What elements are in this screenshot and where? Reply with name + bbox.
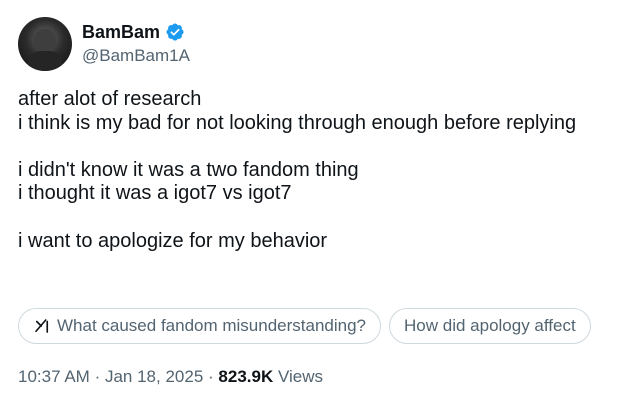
tweet-line: i want to apologize for my behavior xyxy=(18,229,328,252)
views-label: Views xyxy=(277,367,324,386)
tweet-line-gap xyxy=(18,206,628,230)
tweet-line-gap xyxy=(18,135,628,159)
tweet-meta: 10:37 AM · Jan 18, 2025 · 823.9K Views xyxy=(18,366,323,388)
tweet-line: i didn't know it was a two fandom thing xyxy=(18,158,359,181)
suggestion-chip[interactable]: How did apology affect xyxy=(389,308,591,344)
tweet-time[interactable]: 10:37 AM xyxy=(18,367,90,386)
grok-icon xyxy=(35,319,49,333)
suggestion-chip[interactable]: What caused fandom misunderstanding? xyxy=(18,308,382,344)
suggestion-label: How did apology affect xyxy=(404,316,576,335)
tweet-header: BamBam @BamBam1A xyxy=(18,14,190,74)
tweet-line: i thought it was a igot7 vs igot7 xyxy=(18,182,292,205)
suggestion-label: What caused fandom misunderstanding? xyxy=(57,316,367,335)
avatar[interactable] xyxy=(18,17,72,71)
name-row: BamBam xyxy=(82,21,190,43)
author-names: BamBam @BamBam1A xyxy=(82,21,190,67)
tweet-line: after alot of research xyxy=(18,88,202,110)
handle[interactable]: @BamBam1A xyxy=(82,45,190,67)
tweet: BamBam @BamBam1A after alot of research … xyxy=(0,0,640,410)
grok-suggestions: What caused fandom misunderstanding? How… xyxy=(18,308,591,344)
meta-separator: · xyxy=(208,367,214,386)
meta-separator: · xyxy=(94,367,101,386)
display-name[interactable]: BamBam xyxy=(82,21,160,43)
verified-badge-icon xyxy=(166,23,184,41)
views-count: 823.9K xyxy=(218,367,274,386)
tweet-text: after alot of research i think is my bad… xyxy=(18,88,628,253)
tweet-date[interactable]: Jan 18, 2025 xyxy=(105,367,203,386)
tweet-line: i think is my bad for not looking throug… xyxy=(18,111,577,134)
